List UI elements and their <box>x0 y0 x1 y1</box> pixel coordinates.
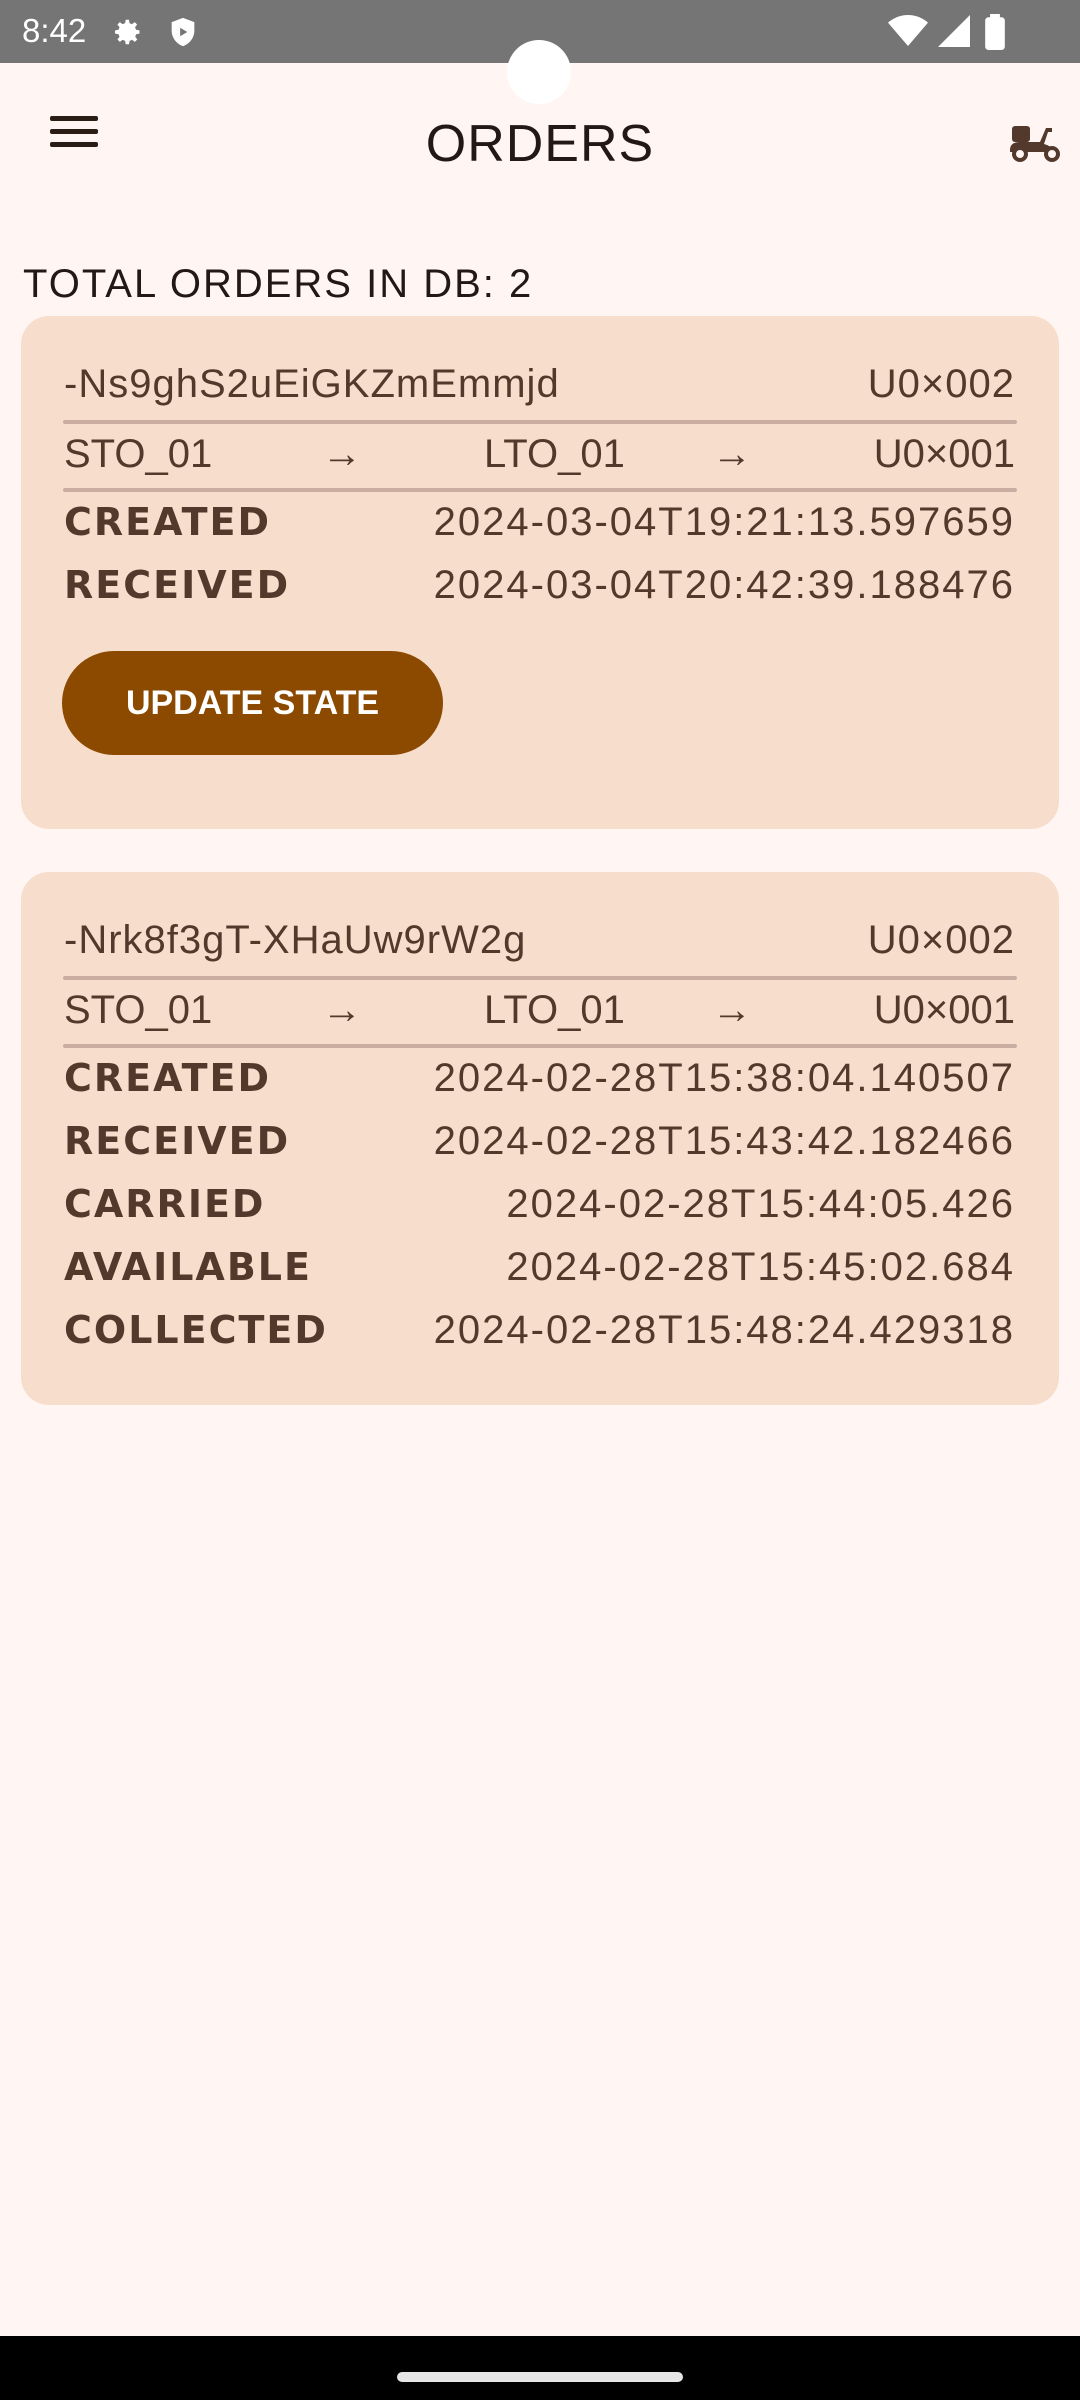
scooter-button[interactable] <box>1006 120 1066 170</box>
divider <box>63 488 1017 492</box>
route-arrow: → <box>712 988 752 1032</box>
event-timestamp: 2024-02-28T15:44:05.426 <box>506 1182 1015 1226</box>
signal-icon <box>938 14 970 53</box>
route-arrow: → <box>322 432 362 476</box>
event-label: RECEIVED <box>64 1119 291 1163</box>
divider <box>63 1044 1017 1048</box>
shield-icon <box>166 14 200 55</box>
battery-icon <box>984 14 1006 55</box>
event-label: CREATED <box>64 1056 271 1100</box>
route-via: LTO_01 <box>484 988 625 1032</box>
event-label: AVAILABLE <box>64 1245 312 1289</box>
gear-icon <box>108 14 144 55</box>
route-via: LTO_01 <box>484 432 625 476</box>
order-header: -Ns9ghS2uEiGKZmEmmjd U0×002 <box>64 362 1015 407</box>
event-row: RECEIVED 2024-02-28T15:43:42.182466 <box>64 1119 1015 1164</box>
event-timestamp: 2024-03-04T20:42:39.188476 <box>433 563 1015 607</box>
event-timestamp: 2024-02-28T15:48:24.429318 <box>433 1308 1015 1352</box>
event-row: RECEIVED 2024-03-04T20:42:39.188476 <box>64 563 1015 608</box>
order-user: U0×002 <box>867 362 1015 406</box>
order-card: -Ns9ghS2uEiGKZmEmmjd U0×002 STO_01 → LTO… <box>21 316 1059 829</box>
order-header: -Nrk8f3gT-XHaUw9rW2g U0×002 <box>64 918 1015 963</box>
route-origin: STO_01 <box>64 432 213 476</box>
home-gesture-handle[interactable] <box>397 2372 683 2382</box>
event-row: CREATED 2024-02-28T15:38:04.140507 <box>64 1056 1015 1101</box>
order-user: U0×002 <box>867 918 1015 962</box>
divider <box>63 420 1017 424</box>
order-card: -Nrk8f3gT-XHaUw9rW2g U0×002 STO_01 → LTO… <box>21 872 1059 1405</box>
event-label: CARRIED <box>64 1182 266 1226</box>
event-timestamp: 2024-02-28T15:45:02.684 <box>506 1245 1015 1289</box>
route-origin: STO_01 <box>64 988 213 1032</box>
route-arrow: → <box>712 432 752 476</box>
camera-cutout <box>507 40 571 104</box>
event-label: CREATED <box>64 500 271 544</box>
update-state-button[interactable]: UPDATE STATE <box>62 651 443 755</box>
event-row: CARRIED 2024-02-28T15:44:05.426 <box>64 1182 1015 1227</box>
divider <box>63 976 1017 980</box>
total-orders-count: TOTAL ORDERS IN DB: 2 <box>23 262 534 306</box>
order-id: -Nrk8f3gT-XHaUw9rW2g <box>64 918 527 962</box>
event-timestamp: 2024-02-28T15:38:04.140507 <box>433 1056 1015 1100</box>
status-time: 8:42 <box>22 12 87 49</box>
event-row: AVAILABLE 2024-02-28T15:45:02.684 <box>64 1245 1015 1290</box>
order-route: STO_01 → LTO_01 → U0×001 <box>64 432 1015 480</box>
event-timestamp: 2024-03-04T19:21:13.597659 <box>433 500 1015 544</box>
event-row: CREATED 2024-03-04T19:21:13.597659 <box>64 500 1015 545</box>
route-arrow: → <box>322 988 362 1032</box>
page-title: ORDERS <box>425 115 655 173</box>
event-row: COLLECTED 2024-02-28T15:48:24.429318 <box>64 1308 1015 1353</box>
event-label: COLLECTED <box>64 1308 328 1352</box>
scooter-icon <box>1006 126 1064 168</box>
order-id: -Ns9ghS2uEiGKZmEmmjd <box>64 362 560 406</box>
route-destination: U0×001 <box>873 432 1015 476</box>
event-timestamp: 2024-02-28T15:43:42.182466 <box>433 1119 1015 1163</box>
navigation-bar <box>0 2336 1080 2400</box>
order-route: STO_01 → LTO_01 → U0×001 <box>64 988 1015 1036</box>
event-label: RECEIVED <box>64 563 291 607</box>
route-destination: U0×001 <box>873 988 1015 1032</box>
wifi-icon <box>888 14 928 53</box>
